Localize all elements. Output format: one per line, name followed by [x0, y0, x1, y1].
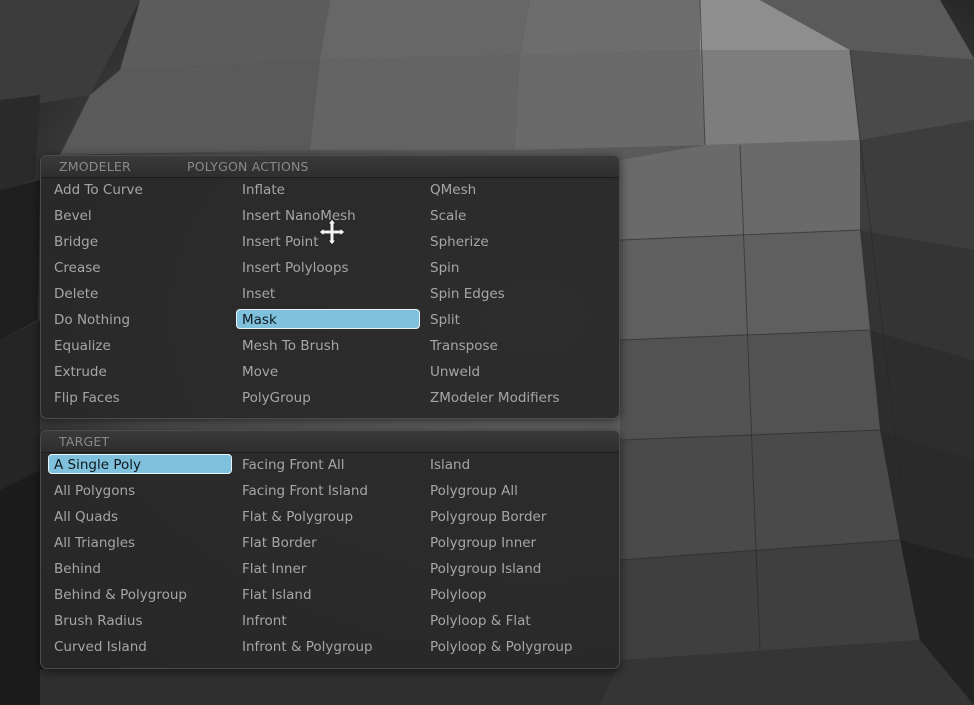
- target-item-infront[interactable]: Infront: [236, 610, 420, 630]
- action-item-insert-polyloops[interactable]: Insert Polyloops: [236, 257, 420, 277]
- zmodeler-menu-header: ZMODELER POLYGON ACTIONS: [41, 156, 619, 178]
- action-item-delete[interactable]: Delete: [48, 283, 232, 303]
- target-item-polyloop-polygroup[interactable]: Polyloop & Polygroup: [424, 636, 608, 656]
- target-item-flat-island[interactable]: Flat Island: [236, 584, 420, 604]
- target-item-flat-border[interactable]: Flat Border: [236, 532, 420, 552]
- action-item-spin[interactable]: Spin: [424, 257, 608, 277]
- target-item-all-triangles[interactable]: All Triangles: [48, 532, 232, 552]
- action-item-extrude[interactable]: Extrude: [48, 361, 232, 381]
- target-item-island[interactable]: Island: [424, 454, 608, 474]
- action-item-do-nothing[interactable]: Do Nothing: [48, 309, 232, 329]
- target-item-polyloop-flat[interactable]: Polyloop & Flat: [424, 610, 608, 630]
- action-item-unweld[interactable]: Unweld: [424, 361, 608, 381]
- action-item-polygroup[interactable]: PolyGroup: [236, 387, 420, 407]
- target-item-polygroup-island[interactable]: Polygroup Island: [424, 558, 608, 578]
- action-item-qmesh[interactable]: QMesh: [424, 179, 608, 199]
- action-item-split[interactable]: Split: [424, 309, 608, 329]
- target-item-polygroup-all[interactable]: Polygroup All: [424, 480, 608, 500]
- action-item-crease[interactable]: Crease: [48, 257, 232, 277]
- action-item-bevel[interactable]: Bevel: [48, 205, 232, 225]
- target-item-curved-island[interactable]: Curved Island: [48, 636, 232, 656]
- action-item-add-to-curve[interactable]: Add To Curve: [48, 179, 232, 199]
- action-item-flip-faces[interactable]: Flip Faces: [48, 387, 232, 407]
- action-item-spin-edges[interactable]: Spin Edges: [424, 283, 608, 303]
- action-item-transpose[interactable]: Transpose: [424, 335, 608, 355]
- zmodeler-tab-title: ZMODELER: [59, 159, 131, 174]
- target-item-all-quads[interactable]: All Quads: [48, 506, 232, 526]
- action-item-mesh-to-brush[interactable]: Mesh To Brush: [236, 335, 420, 355]
- target-item-brush-radius[interactable]: Brush Radius: [48, 610, 232, 630]
- action-item-mask[interactable]: Mask: [236, 309, 420, 329]
- zmodeler-polygon-actions-menu: ZMODELER POLYGON ACTIONS Add To Curve Bev…: [40, 155, 620, 419]
- zmodeler-target-menu: TARGET A Single Poly All Polygons All Quad…: [40, 430, 620, 669]
- target-item-behind[interactable]: Behind: [48, 558, 232, 578]
- action-item-move[interactable]: Move: [236, 361, 420, 381]
- target-item-behind-polygroup[interactable]: Behind & Polygroup: [48, 584, 232, 604]
- target-item-infront-polygroup[interactable]: Infront & Polygroup: [236, 636, 420, 656]
- target-item-all-polygons[interactable]: All Polygons: [48, 480, 232, 500]
- move-cursor-icon: [318, 218, 346, 246]
- action-item-bridge[interactable]: Bridge: [48, 231, 232, 251]
- target-item-flat-polygroup[interactable]: Flat & Polygroup: [236, 506, 420, 526]
- target-item-polyloop[interactable]: Polyloop: [424, 584, 608, 604]
- target-title: TARGET: [59, 434, 110, 449]
- action-item-inflate[interactable]: Inflate: [236, 179, 420, 199]
- action-item-equalize[interactable]: Equalize: [48, 335, 232, 355]
- target-item-polygroup-inner[interactable]: Polygroup Inner: [424, 532, 608, 552]
- target-item-facing-front-island[interactable]: Facing Front Island: [236, 480, 420, 500]
- polygon-actions-title: POLYGON ACTIONS: [187, 159, 309, 174]
- target-item-a-single-poly[interactable]: A Single Poly: [48, 454, 232, 474]
- action-item-inset[interactable]: Inset: [236, 283, 420, 303]
- action-item-scale[interactable]: Scale: [424, 205, 608, 225]
- action-item-zmodeler-modifiers[interactable]: ZModeler Modifiers: [424, 387, 608, 407]
- target-menu-header: TARGET: [41, 431, 619, 453]
- target-item-polygroup-border[interactable]: Polygroup Border: [424, 506, 608, 526]
- target-item-facing-front-all[interactable]: Facing Front All: [236, 454, 420, 474]
- action-item-spherize[interactable]: Spherize: [424, 231, 608, 251]
- target-item-flat-inner[interactable]: Flat Inner: [236, 558, 420, 578]
